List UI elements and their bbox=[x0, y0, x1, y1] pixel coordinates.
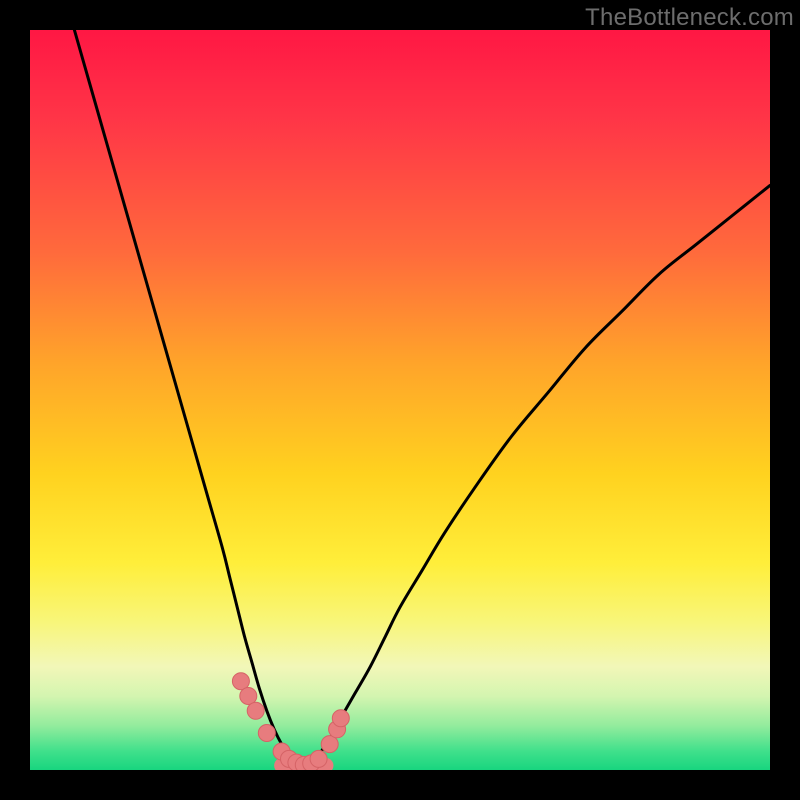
marker-point bbox=[258, 725, 275, 742]
gradient-background bbox=[30, 30, 770, 770]
marker-point bbox=[332, 710, 349, 727]
watermark-text: TheBottleneck.com bbox=[585, 4, 794, 32]
marker-point bbox=[247, 702, 264, 719]
plot-area bbox=[30, 30, 770, 770]
chart-svg bbox=[30, 30, 770, 770]
chart-stage: TheBottleneck.com bbox=[0, 0, 800, 800]
marker-point bbox=[310, 750, 327, 767]
